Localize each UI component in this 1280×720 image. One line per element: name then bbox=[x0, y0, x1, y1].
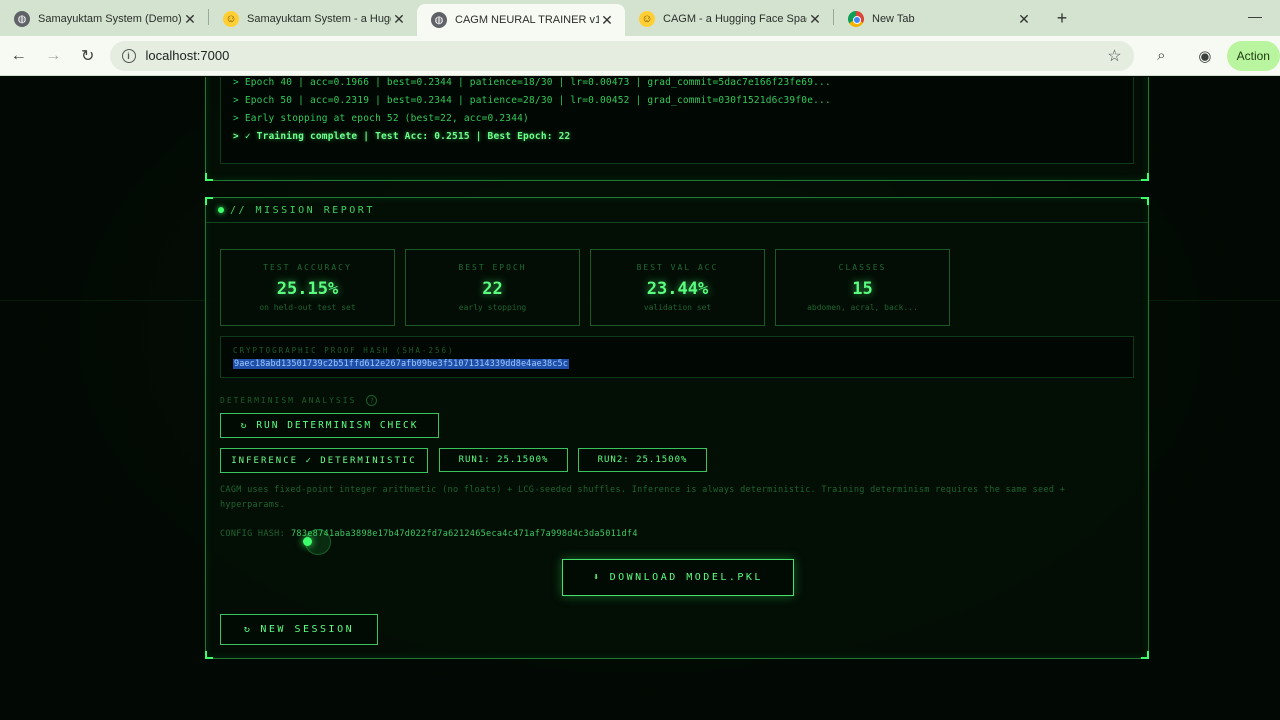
stat-value: 23.44% bbox=[646, 279, 709, 299]
log-line-complete: > ✓ Training complete | Test Acc: 0.2515… bbox=[233, 131, 571, 142]
cursor-pointer-icon bbox=[303, 537, 312, 546]
download-arrow-icon: ⬇ bbox=[593, 572, 602, 583]
download-model-label: DOWNLOAD MODEL.PKL bbox=[609, 572, 763, 583]
status-dot-icon bbox=[218, 207, 224, 213]
tab-title: Samayuktam System - a Hugging Face Space bbox=[247, 13, 391, 25]
minimize-icon[interactable]: — bbox=[1248, 8, 1262, 24]
new-tab-plus-icon[interactable]: + bbox=[1048, 4, 1076, 32]
new-session-button[interactable]: ↻ NEW SESSION bbox=[220, 614, 378, 645]
chrome-icon bbox=[848, 11, 864, 27]
download-model-button[interactable]: ⬇ DOWNLOAD MODEL.PKL bbox=[562, 559, 794, 596]
config-hash-value[interactable]: 783e8741aba3898e17b47d022fd7a6212465eca4… bbox=[291, 529, 638, 539]
site-info-icon[interactable]: i bbox=[121, 48, 136, 63]
log-line: > Epoch 50 | acc=0.2319 | best=0.2344 | … bbox=[233, 95, 831, 106]
refresh-icon: ↻ bbox=[240, 420, 249, 431]
tab-samayuktam-demo[interactable]: ◍ Samayuktam System (Demo) ✕ bbox=[0, 4, 208, 34]
close-icon[interactable]: ✕ bbox=[807, 11, 823, 28]
help-icon[interactable]: ? bbox=[366, 395, 378, 406]
log-line: > Epoch 40 | acc=0.1966 | best=0.2344 | … bbox=[233, 77, 831, 88]
tab-samayuktam-hf[interactable]: ☺ Samayuktam System - a Hugging Face Spa… bbox=[209, 4, 417, 34]
stat-label: CLASSES bbox=[838, 263, 887, 272]
tab-title: Samayuktam System (Demo) bbox=[38, 13, 182, 25]
stat-value: 15 bbox=[852, 279, 873, 299]
run2-badge: RUN2: 25.1500% bbox=[578, 448, 707, 472]
hugging-face-icon: ☺ bbox=[639, 11, 655, 27]
run1-badge: RUN1: 25.1500% bbox=[439, 448, 568, 472]
log-line: > Early stopping at epoch 52 (best=22, a… bbox=[233, 113, 529, 124]
mission-report-panel: // MISSION REPORT TEST ACCURACY 25.15% o… bbox=[205, 197, 1149, 659]
tab-title: CAGM NEURAL TRAINER v1.0 bbox=[455, 14, 599, 26]
close-icon[interactable]: ✕ bbox=[599, 12, 615, 29]
tab-title: New Tab bbox=[872, 13, 915, 25]
stat-card-test-accuracy: TEST ACCURACY 25.15% on held-out test se… bbox=[220, 249, 395, 326]
determinism-description: CAGM uses fixed-point integer arithmetic… bbox=[220, 485, 1066, 510]
stat-sub: on held-out test set bbox=[259, 303, 356, 312]
stat-card-best-epoch: BEST EPOCH 22 early stopping bbox=[405, 249, 580, 326]
stat-value: 22 bbox=[482, 279, 503, 299]
browser-tab-bar: ◍ Samayuktam System (Demo) ✕ ☺ Samayukta… bbox=[0, 0, 1280, 36]
browser-toolbar: ← → ↻ i localhost:7000 ☆ ⌕ ◉ Action bbox=[0, 36, 1280, 76]
config-hash-label: CONFIG HASH: bbox=[220, 529, 286, 539]
hugging-face-icon: ☺ bbox=[223, 11, 239, 27]
globe-icon: ◍ bbox=[14, 11, 30, 27]
stat-sub: abdomen, acral, back... bbox=[807, 303, 918, 312]
stat-label: BEST VAL ACC bbox=[636, 263, 719, 272]
globe-icon: ◍ bbox=[431, 12, 447, 28]
stat-value: 25.15% bbox=[276, 279, 339, 299]
profile-icon[interactable]: ◉ bbox=[1189, 40, 1221, 72]
config-hash-row: CONFIG HASH: 783e8741aba3898e17b47d022fd7… bbox=[220, 529, 638, 539]
close-icon[interactable]: ✕ bbox=[1016, 11, 1032, 28]
stat-label: TEST ACCURACY bbox=[263, 263, 352, 272]
training-log-panel: > Epoch 40 | acc=0.1966 | best=0.2344 | … bbox=[205, 77, 1149, 181]
stat-card-classes: CLASSES 15 abdomen, acral, back... bbox=[775, 249, 950, 326]
proof-hash-value[interactable]: 9aec18abd13501739c2b51ffd612e267afb09be3… bbox=[233, 359, 569, 369]
inference-deterministic-badge: INFERENCE ✓ DETERMINISTIC bbox=[220, 448, 428, 473]
stat-sub: early stopping bbox=[458, 303, 527, 312]
close-icon[interactable]: ✕ bbox=[182, 11, 198, 28]
proof-hash-label: CRYPTOGRAPHIC PROOF HASH (SHA-256) bbox=[233, 346, 455, 355]
bookmark-star-icon[interactable]: ☆ bbox=[1107, 46, 1121, 66]
page-content: > Epoch 40 | acc=0.1966 | best=0.2344 | … bbox=[0, 77, 1280, 720]
proof-hash-box: CRYPTOGRAPHIC PROOF HASH (SHA-256) 9aec1… bbox=[220, 336, 1134, 378]
stat-sub: validation set bbox=[643, 303, 712, 312]
report-header: // MISSION REPORT bbox=[206, 198, 1148, 223]
address-bar[interactable]: i localhost:7000 ☆ bbox=[109, 40, 1134, 71]
forward-arrow-icon[interactable]: → bbox=[38, 40, 70, 72]
tab-new-tab[interactable]: New Tab ✕ bbox=[834, 4, 1042, 34]
determinism-label: DETERMINISM ANALYSIS ? bbox=[220, 395, 378, 406]
new-session-label: NEW SESSION bbox=[260, 624, 355, 635]
url-text: localhost:7000 bbox=[145, 48, 230, 63]
tab-title: CAGM - a Hugging Face Space bbox=[663, 13, 807, 25]
close-icon[interactable]: ✕ bbox=[391, 11, 407, 28]
report-title: // MISSION REPORT bbox=[230, 204, 375, 216]
tab-cagm-hf[interactable]: ☺ CAGM - a Hugging Face Space ✕ bbox=[625, 4, 833, 34]
search-tab-icon[interactable]: ⌕ bbox=[1146, 40, 1178, 72]
determinism-label-text: DETERMINISM ANALYSIS bbox=[220, 396, 357, 405]
run-determinism-check-button[interactable]: ↻ RUN DETERMINISM CHECK bbox=[220, 413, 439, 438]
back-arrow-icon[interactable]: ← bbox=[3, 40, 35, 72]
stat-label: BEST EPOCH bbox=[458, 263, 527, 272]
run-determinism-check-label: RUN DETERMINISM CHECK bbox=[256, 420, 419, 431]
panel-corner bbox=[205, 173, 213, 181]
panel-corner bbox=[1141, 173, 1149, 181]
training-log: > Epoch 40 | acc=0.1966 | best=0.2344 | … bbox=[220, 77, 1134, 164]
refresh-icon: ↻ bbox=[243, 624, 253, 635]
tab-cagm-trainer[interactable]: ◍ CAGM NEURAL TRAINER v1.0 ✕ bbox=[417, 4, 625, 36]
panel-corner bbox=[1141, 651, 1149, 659]
stat-card-best-val-acc: BEST VAL ACC 23.44% validation set bbox=[590, 249, 765, 326]
action-button[interactable]: Action bbox=[1226, 40, 1280, 71]
reload-icon[interactable]: ↻ bbox=[72, 40, 104, 72]
panel-corner bbox=[205, 651, 213, 659]
